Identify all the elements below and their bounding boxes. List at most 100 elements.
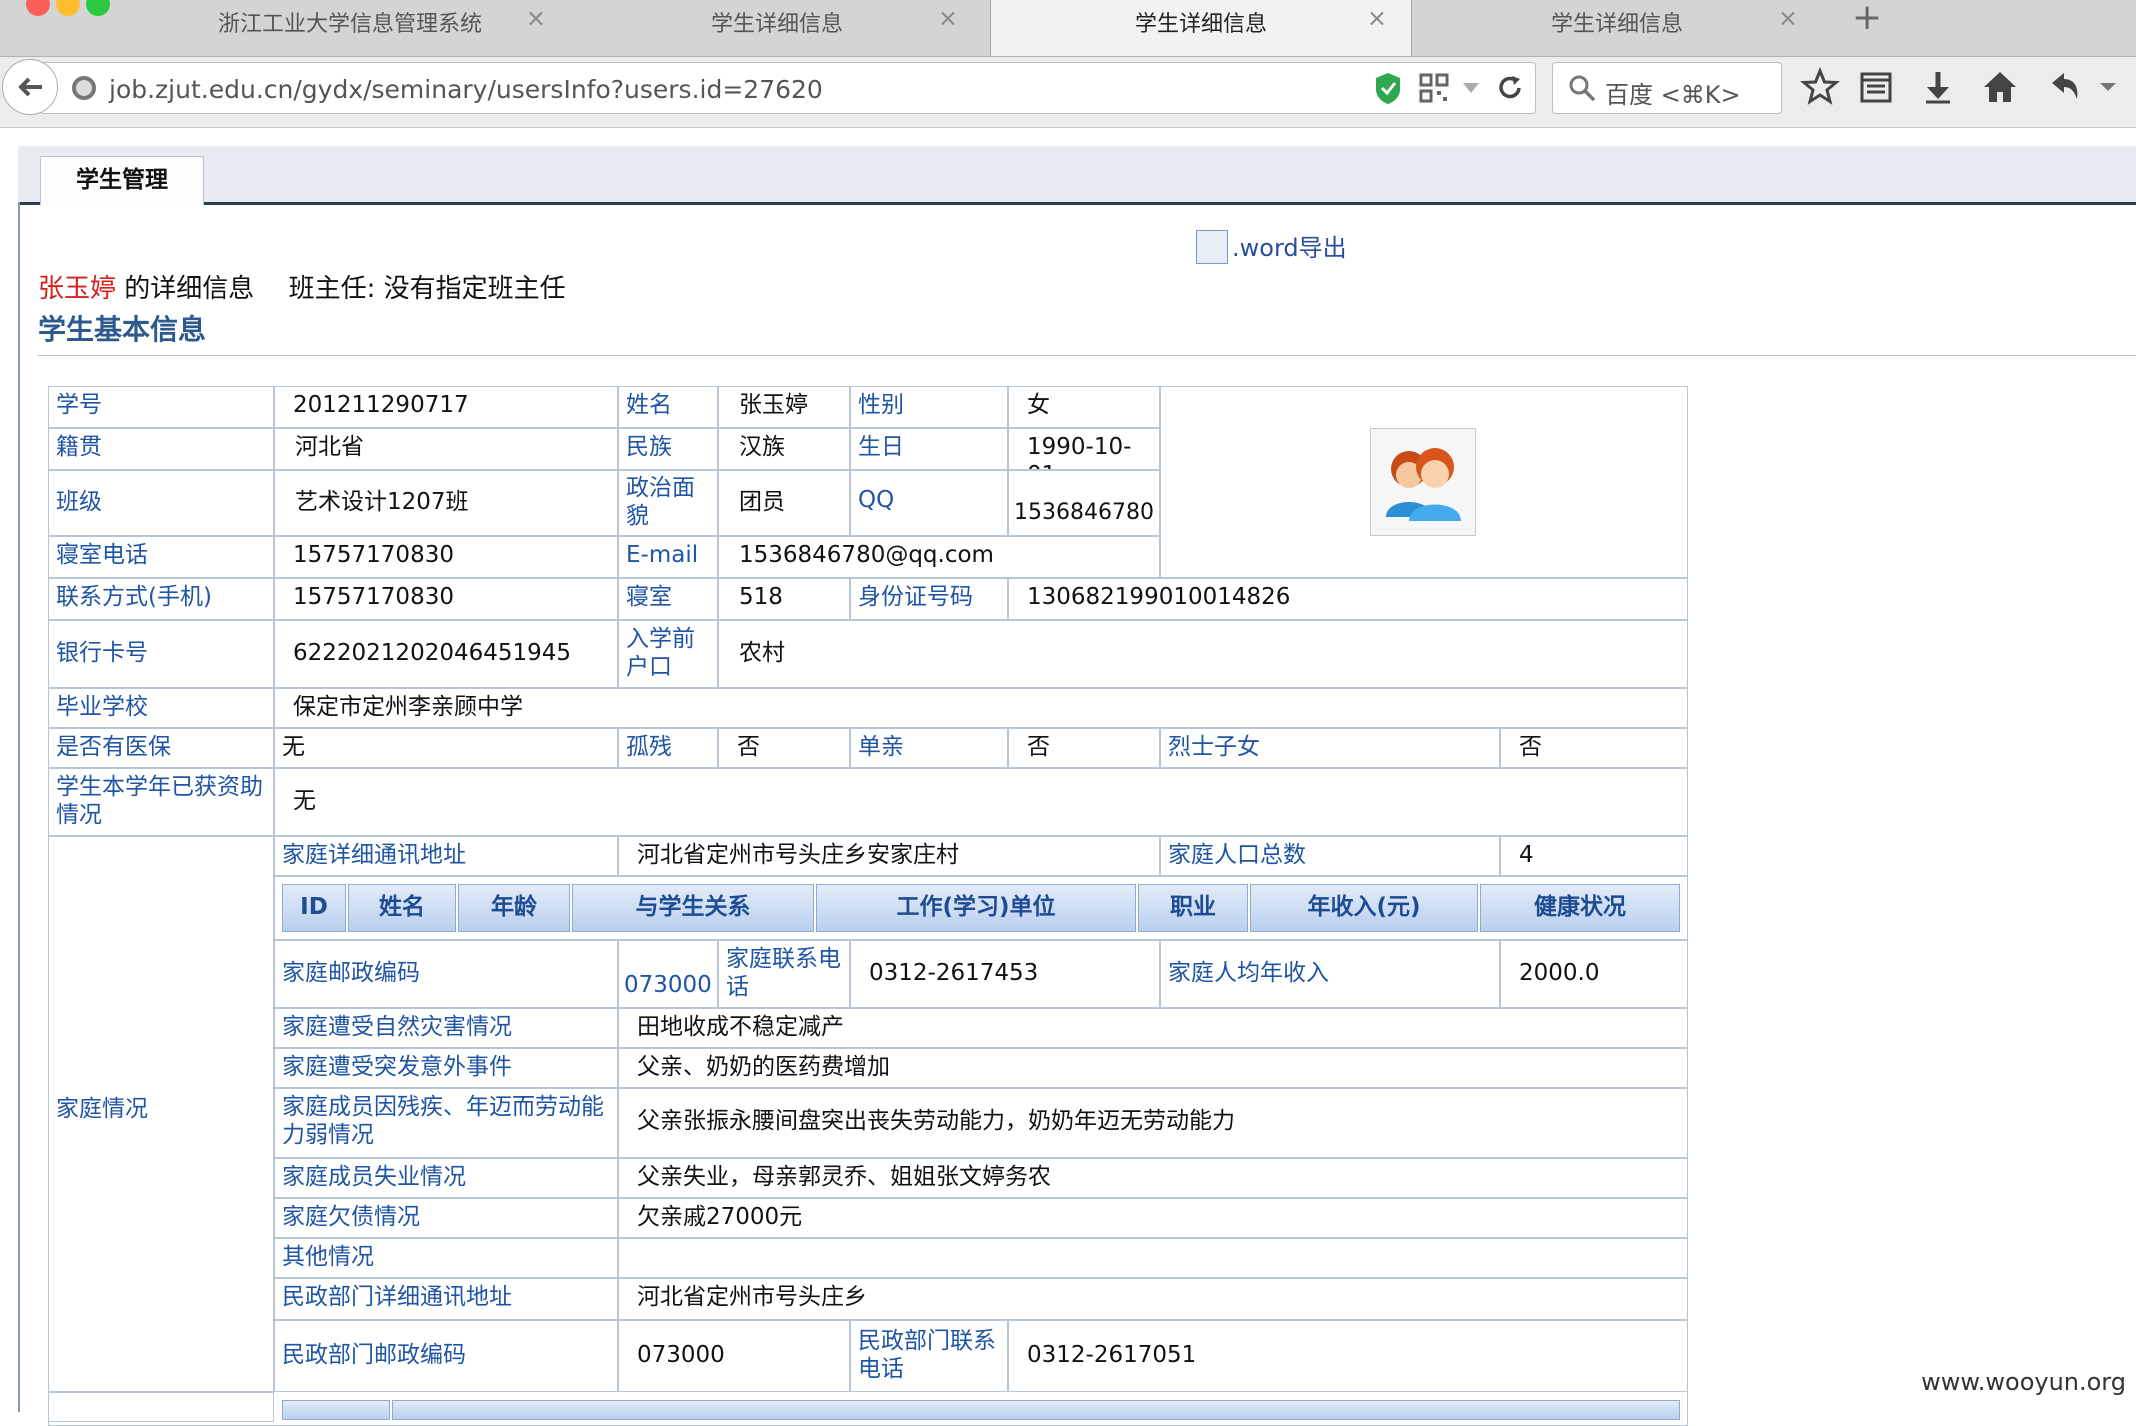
tab-title: 学生详细信息 xyxy=(1134,12,1267,37)
bookmark-star-icon[interactable] xyxy=(1800,67,1840,107)
label-avg-income: 家庭人均年收入 xyxy=(1160,940,1500,1008)
value-class: 艺术设计1207班 xyxy=(274,470,618,536)
label-other: 其他情况 xyxy=(274,1238,618,1278)
label-civil-phone: 民政部门联系电话 xyxy=(850,1320,1008,1392)
next-section-header-partial xyxy=(392,1400,1680,1420)
student-name-highlight: 张玉婷 xyxy=(38,274,117,304)
close-icon[interactable]: × xyxy=(1778,4,1798,32)
value-avg-income: 2000.0 xyxy=(1500,940,1688,1008)
browser-tab-bar: 浙江工业大学信息管理系统 × 学生详细信息 × 学生详细信息 × 学生详细信息 … xyxy=(0,0,2136,57)
download-icon[interactable] xyxy=(1918,67,1958,107)
section-tab-strip xyxy=(18,146,2136,205)
student-photo[interactable] xyxy=(1370,428,1476,536)
zoom-window-icon[interactable] xyxy=(86,0,110,16)
label-id-card: 身份证号码 xyxy=(850,578,1008,620)
search-icon xyxy=(1569,75,1596,102)
reading-list-icon[interactable] xyxy=(1856,67,1896,107)
value-email: 1536846780@qq.com xyxy=(718,536,1160,578)
browser-tab-2[interactable]: 学生详细信息 × xyxy=(572,0,982,56)
value-disaster: 田地收成不稳定减产 xyxy=(618,1008,1688,1048)
value-id-card: 130682199010014826 xyxy=(1008,578,1688,620)
label-martyr: 烈士子女 xyxy=(1160,728,1500,768)
shield-icon[interactable] xyxy=(1373,71,1403,105)
label-school: 毕业学校 xyxy=(48,688,274,728)
back-button[interactable] xyxy=(2,59,58,115)
label-qq: QQ xyxy=(850,470,1008,536)
tab-title: 浙江工业大学信息管理系统 xyxy=(217,12,482,37)
label-insurance: 是否有医保 xyxy=(48,728,274,768)
tab-title: 学生详细信息 xyxy=(710,12,843,37)
browser-tab-1[interactable]: 浙江工业大学信息管理系统 × xyxy=(130,0,570,56)
column-header-age[interactable]: 年龄 xyxy=(458,884,570,932)
next-section-label-partial xyxy=(48,1392,274,1422)
new-tab-button[interactable]: + xyxy=(1852,0,1882,36)
page-heading: 张玉婷 的详细信息 班主任: 没有指定班主任 xyxy=(38,268,566,305)
divider xyxy=(38,355,2136,356)
address-bar[interactable]: job.zjut.edu.cn/gydx/seminary/usersInfo?… xyxy=(40,62,1536,114)
value-single-parent: 否 xyxy=(1008,728,1160,768)
value-ethnic: 汉族 xyxy=(718,428,850,470)
value-orphan: 否 xyxy=(718,728,850,768)
dropdown-arrow-icon[interactable] xyxy=(1461,81,1481,95)
menu-dropdown-icon[interactable] xyxy=(2096,67,2120,107)
value-population: 4 xyxy=(1500,836,1688,876)
label-bank: 银行卡号 xyxy=(48,620,274,688)
column-header-id[interactable]: ID xyxy=(282,884,346,932)
close-icon[interactable]: × xyxy=(938,4,958,32)
tab-student-management[interactable]: 学生管理 xyxy=(40,156,204,205)
value-mobile: 15757170830 xyxy=(274,578,618,620)
value-family-phone: 0312-2617453 xyxy=(850,940,1160,1008)
close-window-icon[interactable] xyxy=(26,0,50,16)
word-document-icon xyxy=(1196,230,1228,264)
minimize-window-icon[interactable] xyxy=(56,0,80,16)
value-dorm: 518 xyxy=(718,578,850,620)
value-insurance: 无 xyxy=(274,728,618,768)
qr-code-icon[interactable] xyxy=(1419,73,1449,103)
label-population: 家庭人口总数 xyxy=(1160,836,1500,876)
column-header-relationship[interactable]: 与学生关系 xyxy=(572,884,814,932)
close-icon[interactable]: × xyxy=(526,4,546,32)
label-accident: 家庭遭受突发意外事件 xyxy=(274,1048,618,1088)
undo-icon[interactable] xyxy=(2044,67,2084,107)
value-civil-phone: 0312-2617051 xyxy=(1008,1320,1688,1392)
label-origin: 籍贯 xyxy=(48,428,274,470)
column-header-health[interactable]: 健康状况 xyxy=(1480,884,1680,932)
label-political: 政治面貌 xyxy=(618,470,718,536)
value-accident: 父亲、奶奶的医药费增加 xyxy=(618,1048,1688,1088)
value-gender: 女 xyxy=(1008,386,1160,428)
value-civil-address: 河北省定州市号头庄乡 xyxy=(618,1278,1688,1320)
home-icon[interactable] xyxy=(1980,67,2020,107)
label-family: 家庭情况 xyxy=(48,836,274,1392)
column-header-occupation[interactable]: 职业 xyxy=(1138,884,1248,932)
search-placeholder: 百度 <⌘K> xyxy=(1605,81,1741,109)
label-class: 班级 xyxy=(48,470,274,536)
label-email: E-mail xyxy=(618,536,718,578)
back-arrow-icon xyxy=(18,77,42,97)
close-icon[interactable]: × xyxy=(1367,4,1387,32)
label-dorm: 寝室 xyxy=(618,578,718,620)
value-unemployment: 父亲失业，母亲郭灵乔、姐姐张文婷务农 xyxy=(618,1158,1688,1198)
label-debt: 家庭欠债情况 xyxy=(274,1198,618,1238)
tab-title: 学生详细信息 xyxy=(1550,12,1683,37)
label-student-id: 学号 xyxy=(48,386,274,428)
value-other xyxy=(618,1238,1688,1278)
word-export-link[interactable]: .word导出 xyxy=(1196,228,1347,266)
section-title: 学生基本信息 xyxy=(38,313,207,346)
reload-icon[interactable] xyxy=(1495,73,1525,103)
label-name: 姓名 xyxy=(618,386,718,428)
value-postcode: 073000 xyxy=(618,940,718,1008)
label-single-parent: 单亲 xyxy=(850,728,1008,768)
label-postcode: 家庭邮政编码 xyxy=(274,940,618,1008)
value-birthday: 1990-10-01 xyxy=(1008,428,1160,470)
label-mobile: 联系方式(手机) xyxy=(48,578,274,620)
label-disaster: 家庭遭受自然灾害情况 xyxy=(274,1008,618,1048)
value-debt: 欠亲戚27000元 xyxy=(618,1198,1688,1238)
class-teacher: 班主任: 没有指定班主任 xyxy=(288,274,566,304)
browser-tab-4[interactable]: 学生详细信息 × xyxy=(1412,0,1822,56)
column-header-workplace[interactable]: 工作(学习)单位 xyxy=(816,884,1136,932)
browser-tab-3-active[interactable]: 学生详细信息 × xyxy=(990,0,1412,56)
column-header-income[interactable]: 年收入(元) xyxy=(1250,884,1478,932)
search-input[interactable]: 百度 <⌘K> xyxy=(1552,62,1782,114)
column-header-name[interactable]: 姓名 xyxy=(348,884,456,932)
watermark: www.wooyun.org xyxy=(1921,1368,2126,1396)
